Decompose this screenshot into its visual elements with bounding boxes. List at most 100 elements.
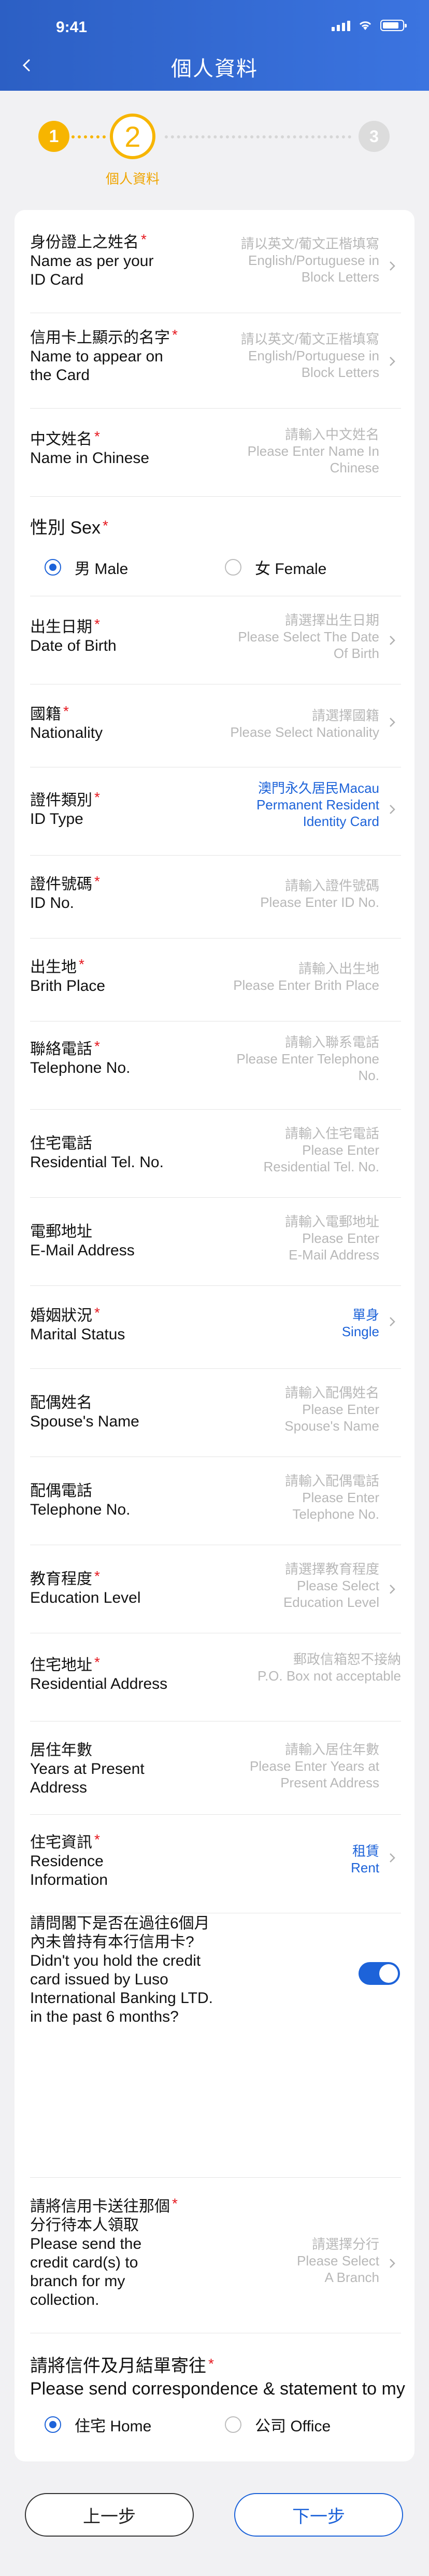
field-placeholder: 郵政信箱恕不接納 P.O. Box not acceptable (257, 1651, 401, 1684)
field-years-at-address[interactable]: 居住年數 Years at Present Address 請輸入居住年數 Pleas… (30, 1732, 401, 1815)
field-label: the Card (30, 367, 90, 384)
required-mark: * (172, 2195, 178, 2211)
chevron-right-icon (387, 1852, 398, 1864)
chevron-right-icon (387, 1316, 398, 1327)
field-label: 證件類別 (30, 792, 92, 809)
chevron-right-icon (387, 2258, 398, 2269)
required-mark: * (94, 1831, 100, 1847)
required-mark: * (94, 616, 100, 632)
field-label: Telephone No. (30, 1501, 131, 1518)
signal-icon (332, 21, 350, 31)
field-label: Name as per your (30, 253, 154, 270)
field-telephone[interactable]: 聯絡電話 * Telephone No. 請輸入聯系電話 Please Enter T… (30, 1032, 401, 1110)
field-label: 信用卡上顯示的名字 (30, 329, 170, 346)
field-placeholder: 請輸入聯系電話 Please Enter Telephone No. (236, 1034, 379, 1083)
field-placeholder: 請選擇國籍 Please Select Nationality (230, 708, 379, 740)
step-indicator: 1 2 3 個人資料 (0, 91, 429, 215)
field-residential-address[interactable]: 住宅地址 * Residential Address 郵政信箱恕不接納 P.O. Bo… (30, 1644, 401, 1721)
field-label: ID Type (30, 810, 83, 828)
radio-selected-icon (45, 559, 61, 576)
required-mark: * (94, 789, 100, 805)
required-mark: * (172, 327, 178, 343)
chevron-right-icon (387, 635, 398, 646)
field-label: E-Mail Address (30, 1242, 135, 1259)
field-id-type[interactable]: 證件類別 * ID Type 澳門永久居民Macau Permanent Reside… (30, 778, 401, 856)
required-mark: * (94, 428, 100, 444)
wifi-icon (359, 21, 371, 30)
field-placeholder: 請選擇分行 Please Select A Branch (297, 2236, 379, 2285)
field-placeholder: 請輸入證件號碼 Please Enter ID No. (260, 878, 379, 910)
question-text: 請問閣下是否在過往6個月 (30, 1915, 210, 1932)
radio-unselected-icon (225, 2416, 241, 2433)
field-spouse-telephone[interactable]: 配偶電話 Telephone No. 請輸入配偶電話 Please Enter Tel… (30, 1467, 401, 1545)
field-label: 身份證上之姓名 (30, 234, 139, 251)
next-step-button[interactable]: 下一步 (234, 2493, 403, 2537)
page-title: 個人資料 (171, 58, 258, 80)
held-card-toggle[interactable] (359, 1962, 400, 1985)
field-label: Brith Place (30, 977, 106, 995)
field-label: Residence (30, 1853, 104, 1870)
field-chinese-name[interactable]: 中文姓名 * Name in Chinese 請輸入中文姓名 Please Enter… (30, 419, 401, 497)
field-label: Residential Address (30, 1675, 168, 1692)
chevron-right-icon (387, 356, 398, 367)
field-label: 國籍 (30, 706, 61, 723)
field-placeholder: 請輸入中文姓名 Please Enter Name In Chinese (247, 427, 379, 475)
field-residential-tel[interactable]: 住宅電話 Residential Tel. No. 請輸入住宅電話 Please E… (30, 1120, 401, 1198)
field-residence-information[interactable]: 住宅資訊 * Residence Information 租賃 Rent (30, 1825, 401, 1913)
field-branch[interactable]: 請將信用卡送往那個 * 分行待本人領取 Please send the credit c… (30, 2188, 401, 2333)
radio-home[interactable]: 住宅 Home (45, 2413, 151, 2436)
step-3-pending: 3 (359, 121, 390, 152)
field-label: 婚姻狀況 (30, 1307, 92, 1324)
field-label: ID Card (30, 271, 84, 288)
step-connector (72, 135, 106, 138)
field-label: 出生日期 (30, 619, 92, 636)
field-placeholder: 請輸入住宅電話 Please Enter Residential Tel. No. (263, 1126, 379, 1174)
field-label: ID No. (30, 894, 75, 912)
field-spouse-name[interactable]: 配偶姓名 Spouse's Name 請輸入配偶姓名 Please Enter Spo… (30, 1379, 401, 1457)
field-card-name[interactable]: 信用卡上顯示的名字 * Name to appear on the Card 請以英文… (30, 324, 401, 409)
field-label: Address (30, 1779, 88, 1796)
radio-female[interactable]: 女 Female (225, 556, 326, 579)
required-mark: * (94, 1568, 100, 1584)
required-mark: * (141, 231, 147, 247)
radio-office[interactable]: 公司 Office (225, 2413, 331, 2436)
field-education-level[interactable]: 教育程度 * Education Level 請選擇教育程度 Please Selec… (30, 1556, 401, 1633)
field-label: 住宅資訊 (30, 1834, 92, 1851)
field-label: Education Level (30, 1589, 141, 1606)
required-mark: * (94, 1654, 100, 1670)
field-placeholder: 請輸入居住年數 Please Enter Years at Present Addr… (249, 1742, 379, 1790)
field-marital-status[interactable]: 婚姻狀況 * Marital Status 單身 Single (30, 1296, 401, 1369)
field-correspondence: 請將信件及月結單寄往 * Please send correspondence & … (30, 2355, 405, 2438)
current-step-label: 個人資料 (105, 171, 160, 187)
field-id-number[interactable]: 證件號碼 * ID No. 請輸入證件號碼 Please Enter ID No. (30, 866, 401, 939)
field-nationality[interactable]: 國籍 * Nationality 請選擇國籍 Please Select Nation… (30, 695, 401, 767)
step-2-current: 2 (110, 114, 155, 159)
field-label: Residential Tel. No. (30, 1154, 164, 1171)
field-birth-place[interactable]: 出生地 * Brith Place 請輸入出生地 Please Enter Brith… (30, 949, 401, 1021)
field-label: 請將信用卡送往那個 (30, 2198, 170, 2215)
field-sex: 性別 Sex * 男 Male 女 Female (30, 513, 401, 596)
field-placeholder: 請以英文/葡文正楷填寫 English/Portuguese in Block Le… (240, 331, 379, 380)
chevron-right-icon (387, 1584, 398, 1595)
welcome-gift-notice (30, 2032, 401, 2122)
battery-icon (380, 20, 407, 31)
field-label: 請將信件及月結單寄往 (30, 2356, 206, 2376)
field-label: Years at Present (30, 1760, 145, 1777)
field-label: Name in Chinese (30, 450, 150, 467)
field-label: Information (30, 1871, 108, 1888)
required-mark: * (94, 1305, 100, 1321)
field-label: 住宅電話 (30, 1135, 92, 1152)
field-label: 性別 Sex (30, 518, 101, 538)
required-mark: * (103, 517, 108, 534)
status-time: 9:41 (56, 19, 88, 36)
step-1-completed: 1 (38, 121, 69, 152)
field-id-name[interactable]: 身份證上之姓名 * Name as per your ID Card 請以英文/葡文正… (30, 228, 401, 313)
field-placeholder: 請選擇出生日期 Please Select The Date Of Birth (238, 612, 379, 661)
field-date-of-birth[interactable]: 出生日期 * Date of Birth 請選擇出生日期 Please Select … (30, 607, 401, 684)
previous-step-button[interactable]: 上一步 (25, 2493, 194, 2537)
radio-selected-icon (45, 2416, 61, 2433)
field-placeholder: 請選擇教育程度 Please Select Education Level (283, 1561, 379, 1610)
field-value: 澳門永久居民Macau Permanent Resident Identity Ca… (256, 780, 379, 829)
field-email[interactable]: 電郵地址 E-Mail Address 請輸入電郵地址 Please Enter E-… (30, 1208, 401, 1286)
radio-male[interactable]: 男 Male (45, 556, 128, 579)
